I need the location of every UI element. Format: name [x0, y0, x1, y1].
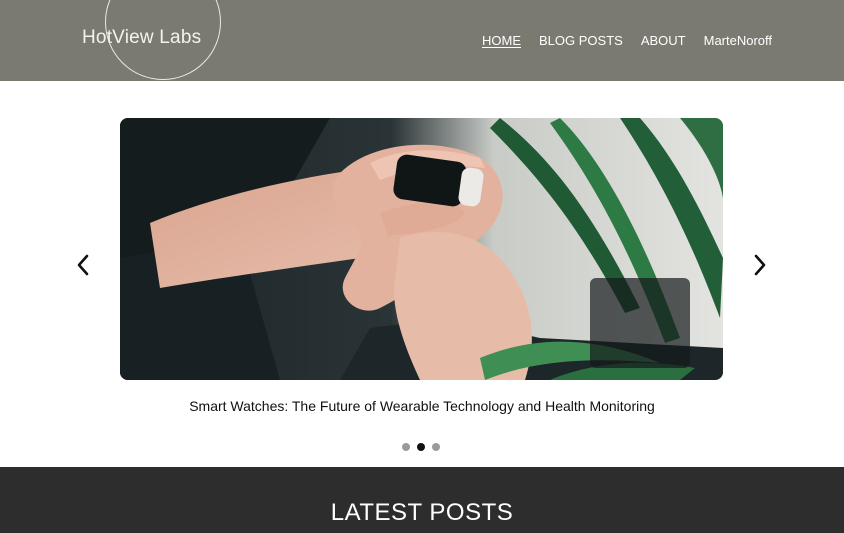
- nav-about[interactable]: ABOUT: [641, 33, 686, 48]
- site-header: HotView Labs HOME BLOG POSTS ABOUT Marte…: [0, 0, 844, 81]
- slide-image[interactable]: [120, 118, 723, 380]
- carousel-next-button[interactable]: [749, 252, 771, 278]
- carousel-dot-3[interactable]: [432, 443, 440, 451]
- nav-blog-posts[interactable]: BLOG POSTS: [539, 33, 623, 48]
- latest-posts-section: LATEST POSTS: [0, 467, 844, 533]
- site-logo[interactable]: HotView Labs: [82, 27, 201, 49]
- section-title: LATEST POSTS: [330, 499, 514, 526]
- photo-icon: [120, 118, 723, 380]
- nav-home[interactable]: HOME: [482, 33, 521, 48]
- carousel-dot-1[interactable]: [402, 443, 410, 451]
- slide-caption[interactable]: Smart Watches: The Future of Wearable Te…: [0, 398, 844, 414]
- main-nav: HOME BLOG POSTS ABOUT MarteNoroff: [482, 33, 772, 48]
- chevron-left-icon: [77, 254, 89, 276]
- featured-carousel: Smart Watches: The Future of Wearable Te…: [0, 81, 844, 467]
- carousel-prev-button[interactable]: [73, 252, 95, 278]
- nav-user-profile[interactable]: MarteNoroff: [704, 33, 772, 48]
- carousel-indicators: [402, 443, 440, 451]
- chevron-right-icon: [754, 254, 766, 276]
- carousel-dot-2[interactable]: [417, 443, 425, 451]
